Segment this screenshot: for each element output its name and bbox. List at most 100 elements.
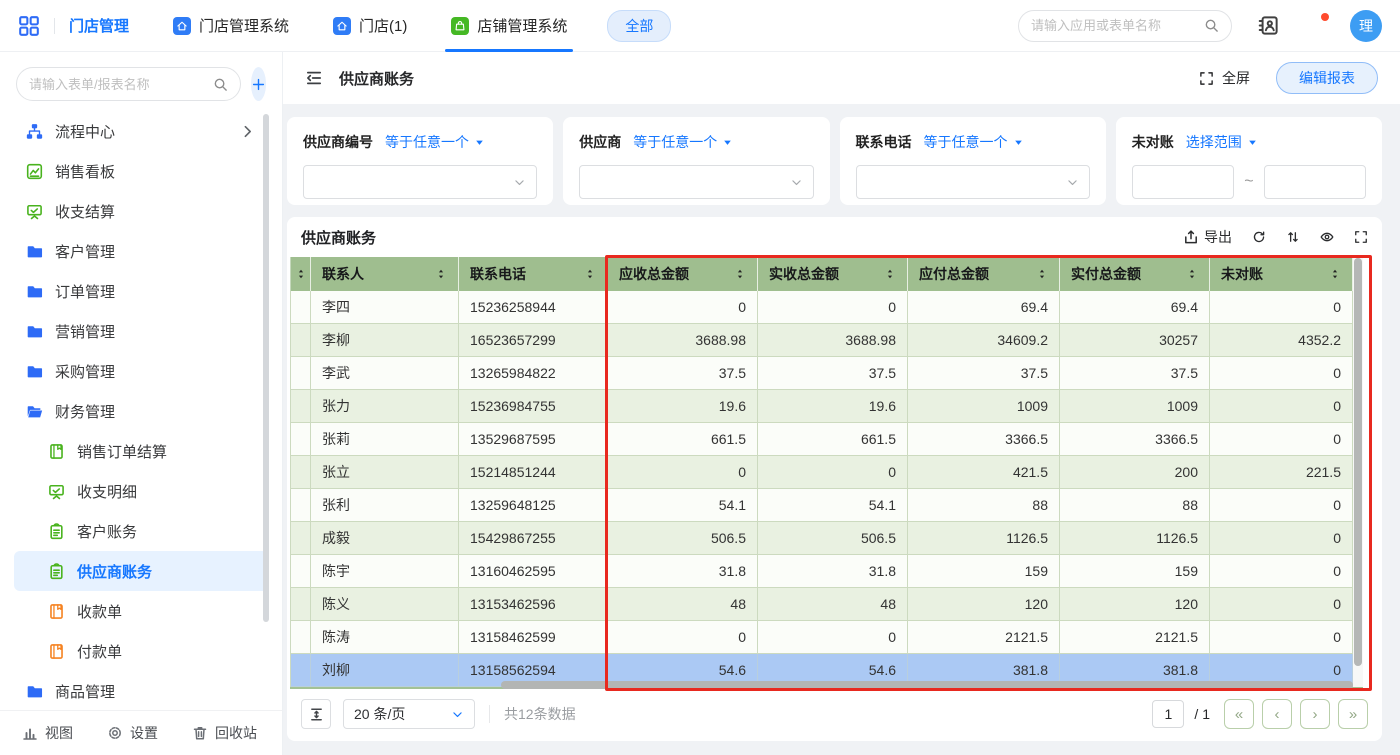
sidebar-item-9[interactable]: 收支明细 bbox=[14, 471, 268, 511]
table-cell bbox=[290, 456, 311, 489]
table-horizontal-scrollbar[interactable] bbox=[501, 681, 1353, 689]
app-tab-1[interactable]: 门店管理系统 bbox=[173, 0, 289, 52]
filter-value-select[interactable] bbox=[579, 165, 813, 199]
refresh-icon[interactable] bbox=[1252, 230, 1266, 244]
sidebar-item-3[interactable]: 客户管理 bbox=[14, 231, 268, 271]
scope-all-pill[interactable]: 全部 bbox=[607, 10, 671, 42]
table-row-6[interactable]: 张利1325964812554.154.188880 bbox=[290, 489, 1363, 522]
user-avatar[interactable]: 理 bbox=[1350, 10, 1382, 42]
range-max-input[interactable] bbox=[1264, 165, 1366, 199]
sidebar-item-7[interactable]: 财务管理 bbox=[14, 391, 268, 431]
sidebar-item-2[interactable]: 收支结算 bbox=[14, 191, 268, 231]
search-icon bbox=[213, 77, 228, 92]
table-row-3[interactable]: 张力1523698475519.619.6100910090 bbox=[290, 390, 1363, 423]
sidebar-item-11[interactable]: 供应商账务 bbox=[14, 551, 268, 591]
table-row-10[interactable]: 陈涛13158462599002121.52121.50 bbox=[290, 621, 1363, 654]
form-search-input[interactable] bbox=[29, 77, 205, 92]
range-min-input[interactable] bbox=[1132, 165, 1234, 199]
apps-grid-icon[interactable] bbox=[18, 15, 40, 37]
visibility-eye-icon[interactable] bbox=[1320, 230, 1334, 244]
edit-report-button[interactable]: 编辑报表 bbox=[1276, 62, 1378, 94]
home-icon bbox=[333, 17, 351, 35]
column-header[interactable]: 实付总金额 bbox=[1060, 257, 1210, 291]
table-row-7[interactable]: 成毅15429867255506.5506.51126.51126.50 bbox=[290, 522, 1363, 555]
form-search[interactable] bbox=[16, 67, 241, 101]
app-tab-2[interactable]: 门店(1) bbox=[333, 0, 407, 52]
table-cell: 200 bbox=[1060, 456, 1210, 489]
filter-operator[interactable]: 选择范围 bbox=[1186, 132, 1258, 152]
sidebar-item-14[interactable]: 商品管理 bbox=[14, 671, 268, 710]
prev-page-button[interactable]: ‹ bbox=[1262, 699, 1292, 729]
next-page-button[interactable]: › bbox=[1300, 699, 1330, 729]
workspace-label[interactable]: 门店管理 bbox=[69, 15, 129, 36]
sidebar-footer-item-2[interactable]: 回收站 bbox=[192, 723, 257, 743]
fullscreen-button[interactable]: 全屏 bbox=[1199, 68, 1250, 88]
column-sort-icon bbox=[1186, 268, 1198, 280]
global-search[interactable] bbox=[1018, 10, 1232, 42]
table-cell: 421.5 bbox=[908, 456, 1060, 489]
column-header-stub[interactable] bbox=[290, 257, 311, 291]
filter-operator[interactable]: 等于任意一个 bbox=[633, 132, 733, 152]
column-header[interactable]: 实收总金额 bbox=[758, 257, 908, 291]
filter-value-select[interactable] bbox=[856, 165, 1090, 199]
table-cell: 李四 bbox=[311, 291, 459, 324]
sidebar-scrollbar[interactable] bbox=[263, 114, 269, 622]
sidebar-item-6[interactable]: 采购管理 bbox=[14, 351, 268, 391]
table-row-4[interactable]: 张莉13529687595661.5661.53366.53366.50 bbox=[290, 423, 1363, 456]
table-cell bbox=[290, 621, 311, 654]
table-cell: 661.5 bbox=[608, 423, 758, 456]
column-header[interactable]: 应收总金额 bbox=[608, 257, 758, 291]
table-vertical-scrollbar[interactable] bbox=[1353, 257, 1363, 687]
row-height-button[interactable] bbox=[301, 699, 331, 729]
last-page-button[interactable]: » bbox=[1338, 699, 1368, 729]
table-row-2[interactable]: 李武1326598482237.537.537.537.50 bbox=[290, 357, 1363, 390]
sidebar-item-12[interactable]: 收款单 bbox=[14, 591, 268, 631]
first-page-button[interactable]: « bbox=[1224, 699, 1254, 729]
contact-book-icon[interactable] bbox=[1258, 15, 1279, 36]
notification-dot bbox=[1321, 13, 1329, 21]
sidebar-item-1[interactable]: 销售看板 bbox=[14, 151, 268, 191]
export-button[interactable]: 导出 bbox=[1183, 227, 1232, 247]
table-panel-header: 供应商账务 导出 bbox=[287, 217, 1382, 257]
table-fullscreen-icon[interactable] bbox=[1354, 230, 1368, 244]
sidebar-item-label: 订单管理 bbox=[55, 281, 115, 302]
column-header[interactable]: 联系电话 bbox=[459, 257, 608, 291]
sidebar-footer-item-0[interactable]: 视图 bbox=[22, 723, 73, 743]
notification-bell-icon[interactable] bbox=[1305, 15, 1326, 36]
column-header[interactable]: 应付总金额 bbox=[908, 257, 1060, 291]
caret-down-icon bbox=[1013, 137, 1024, 148]
sidebar-footer-item-1[interactable]: 设置 bbox=[107, 723, 158, 743]
table-cell: 0 bbox=[1210, 390, 1353, 423]
sidebar-item-4[interactable]: 订单管理 bbox=[14, 271, 268, 311]
export-icon bbox=[1183, 229, 1199, 245]
table-row-8[interactable]: 陈宇1316046259531.831.81591590 bbox=[290, 555, 1363, 588]
table-row-5[interactable]: 张立1521485124400421.5200221.5 bbox=[290, 456, 1363, 489]
page-size-select[interactable]: 20 条/页 bbox=[343, 699, 475, 729]
filter-operator[interactable]: 等于任意一个 bbox=[924, 132, 1024, 152]
table-cell: 0 bbox=[1210, 423, 1353, 456]
current-page-input[interactable]: 1 bbox=[1152, 700, 1184, 728]
sidebar-item-10[interactable]: 客户账务 bbox=[14, 511, 268, 551]
table-cell: 88 bbox=[1060, 489, 1210, 522]
table-row-0[interactable]: 李四152362589440069.469.40 bbox=[290, 291, 1363, 324]
app-tab-3[interactable]: 店铺管理系统 bbox=[451, 0, 567, 52]
filter-operator[interactable]: 等于任意一个 bbox=[385, 132, 485, 152]
table-row-1[interactable]: 李柳165236572993688.983688.9834609.2302574… bbox=[290, 324, 1363, 357]
main-area: 供应商账务 全屏 编辑报表 供应商编号等于任意一个供应商等于任意一个联系电话等于… bbox=[283, 52, 1400, 755]
table-row-9[interactable]: 陈义1315346259648481201200 bbox=[290, 588, 1363, 621]
collapse-sidebar-icon[interactable] bbox=[305, 69, 323, 87]
scrollbar-thumb[interactable] bbox=[1354, 258, 1362, 666]
sidebar-item-label: 收支结算 bbox=[55, 201, 115, 222]
sidebar-item-5[interactable]: 营销管理 bbox=[14, 311, 268, 351]
column-header[interactable]: 未对账 bbox=[1210, 257, 1353, 291]
app-tabs: 门店管理系统门店(1) 店铺管理系统 bbox=[129, 0, 567, 52]
sidebar-item-8[interactable]: 销售订单结算 bbox=[14, 431, 268, 471]
sidebar-footer: 视图 设置 回收站 bbox=[0, 710, 282, 755]
sort-order-icon[interactable] bbox=[1286, 230, 1300, 244]
add-form-button[interactable] bbox=[251, 67, 266, 101]
sidebar-item-13[interactable]: 付款单 bbox=[14, 631, 268, 671]
sidebar-item-0[interactable]: 流程中心 bbox=[14, 111, 268, 151]
filter-value-select[interactable] bbox=[303, 165, 537, 199]
column-header[interactable]: 联系人 bbox=[311, 257, 459, 291]
global-search-input[interactable] bbox=[1031, 18, 1196, 33]
